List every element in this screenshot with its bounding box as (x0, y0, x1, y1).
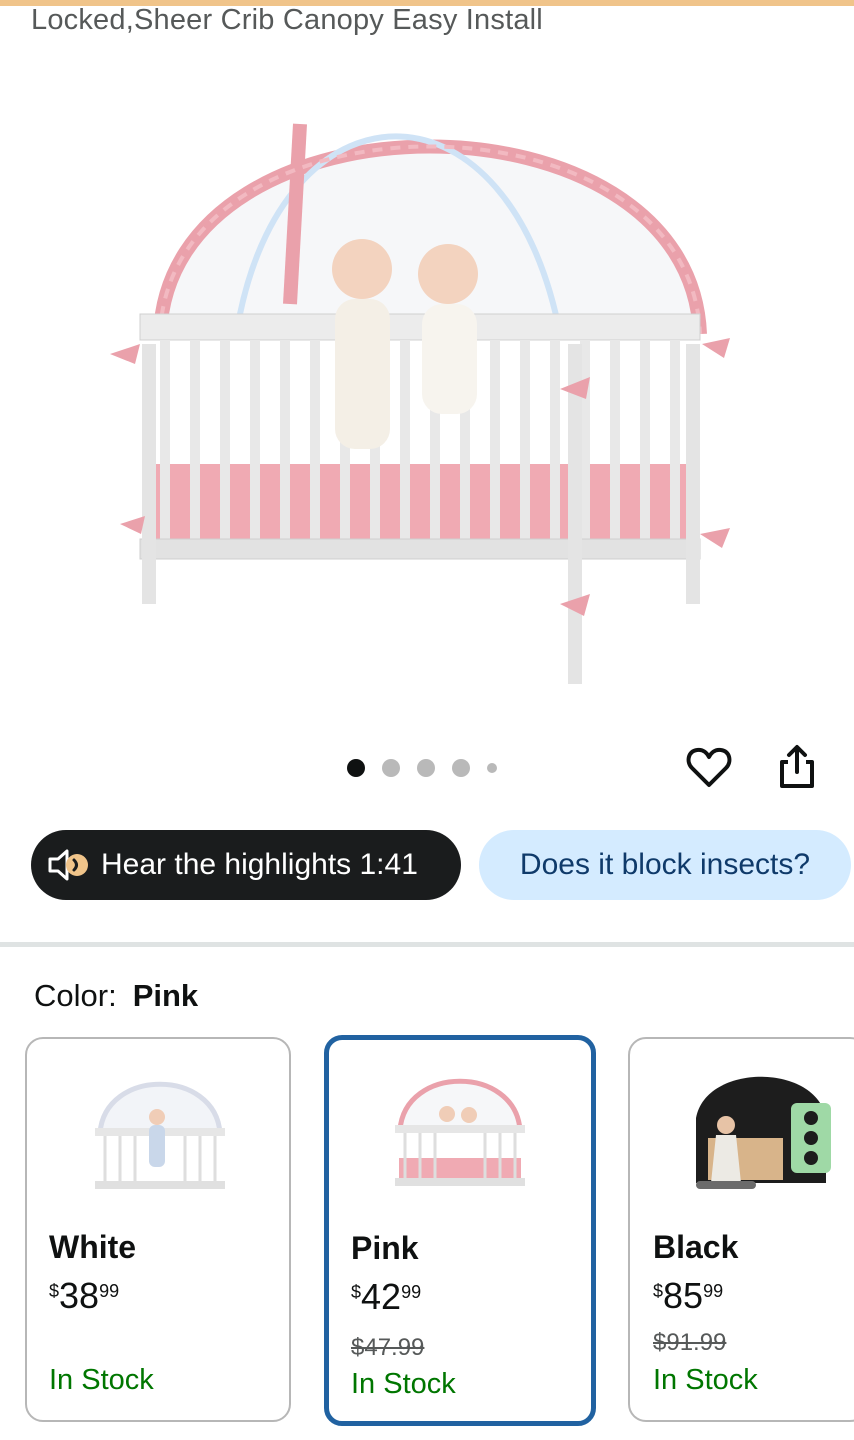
section-divider (0, 942, 854, 947)
swatch-name-pink: Pink (351, 1230, 419, 1266)
suggested-question-label: Does it block insects? (519, 848, 811, 881)
swatch-stock-pink: In Stock (351, 1368, 456, 1400)
swatch-image-pink (395, 1078, 525, 1186)
hear-highlights-label: Hear the highlights 1:41 (101, 848, 418, 881)
share-icon (780, 745, 814, 788)
variation-selected-value: Pink (132, 978, 199, 1013)
carousel-dot[interactable] (382, 759, 400, 777)
carousel-dot[interactable] (452, 759, 470, 777)
swatch-name-white: White (49, 1229, 137, 1265)
swatch-stock-black: In Stock (653, 1364, 758, 1396)
swatch-image-white (95, 1081, 225, 1189)
swatch-list-price-pink: $47.99 (351, 1334, 425, 1361)
swatch-stock-white: In Stock (49, 1364, 154, 1396)
product-title: Locked,Sheer Crib Canopy Easy Install (31, 4, 543, 36)
color-swatch-white[interactable]: White $38 99 In Stock (25, 1037, 291, 1422)
carousel-dot[interactable] (487, 763, 497, 773)
swatch-name-black: Black (653, 1229, 739, 1265)
suggested-question-chip[interactable]: Does it block insects? (479, 830, 851, 900)
color-swatch-black[interactable]: Black $85 99 $91.99 In Stock (628, 1037, 854, 1422)
share-button[interactable] (772, 742, 822, 792)
add-to-list-button[interactable] (684, 742, 734, 792)
heart-outline-icon (686, 747, 732, 787)
hear-highlights-button[interactable]: Hear the highlights 1:41 (31, 830, 461, 900)
swatch-list-price-black: $91.99 (653, 1329, 727, 1356)
swatch-price-black: $85 99 (653, 1275, 724, 1316)
speaker-icon (48, 849, 88, 881)
variation-header: Color: Pink (34, 978, 198, 1014)
carousel-dot[interactable] (417, 759, 435, 777)
product-main-image[interactable] (90, 44, 770, 704)
swatch-price-pink: $42 99 (351, 1276, 422, 1317)
variation-label: Color: (34, 978, 117, 1013)
image-carousel-indicator[interactable] (347, 759, 514, 777)
color-swatch-pink[interactable]: Pink $42 99 $47.99 In Stock (324, 1035, 596, 1426)
swatch-image-black (696, 1076, 831, 1189)
carousel-dot-active[interactable] (347, 759, 365, 777)
swatch-price-white: $38 99 (49, 1275, 120, 1316)
